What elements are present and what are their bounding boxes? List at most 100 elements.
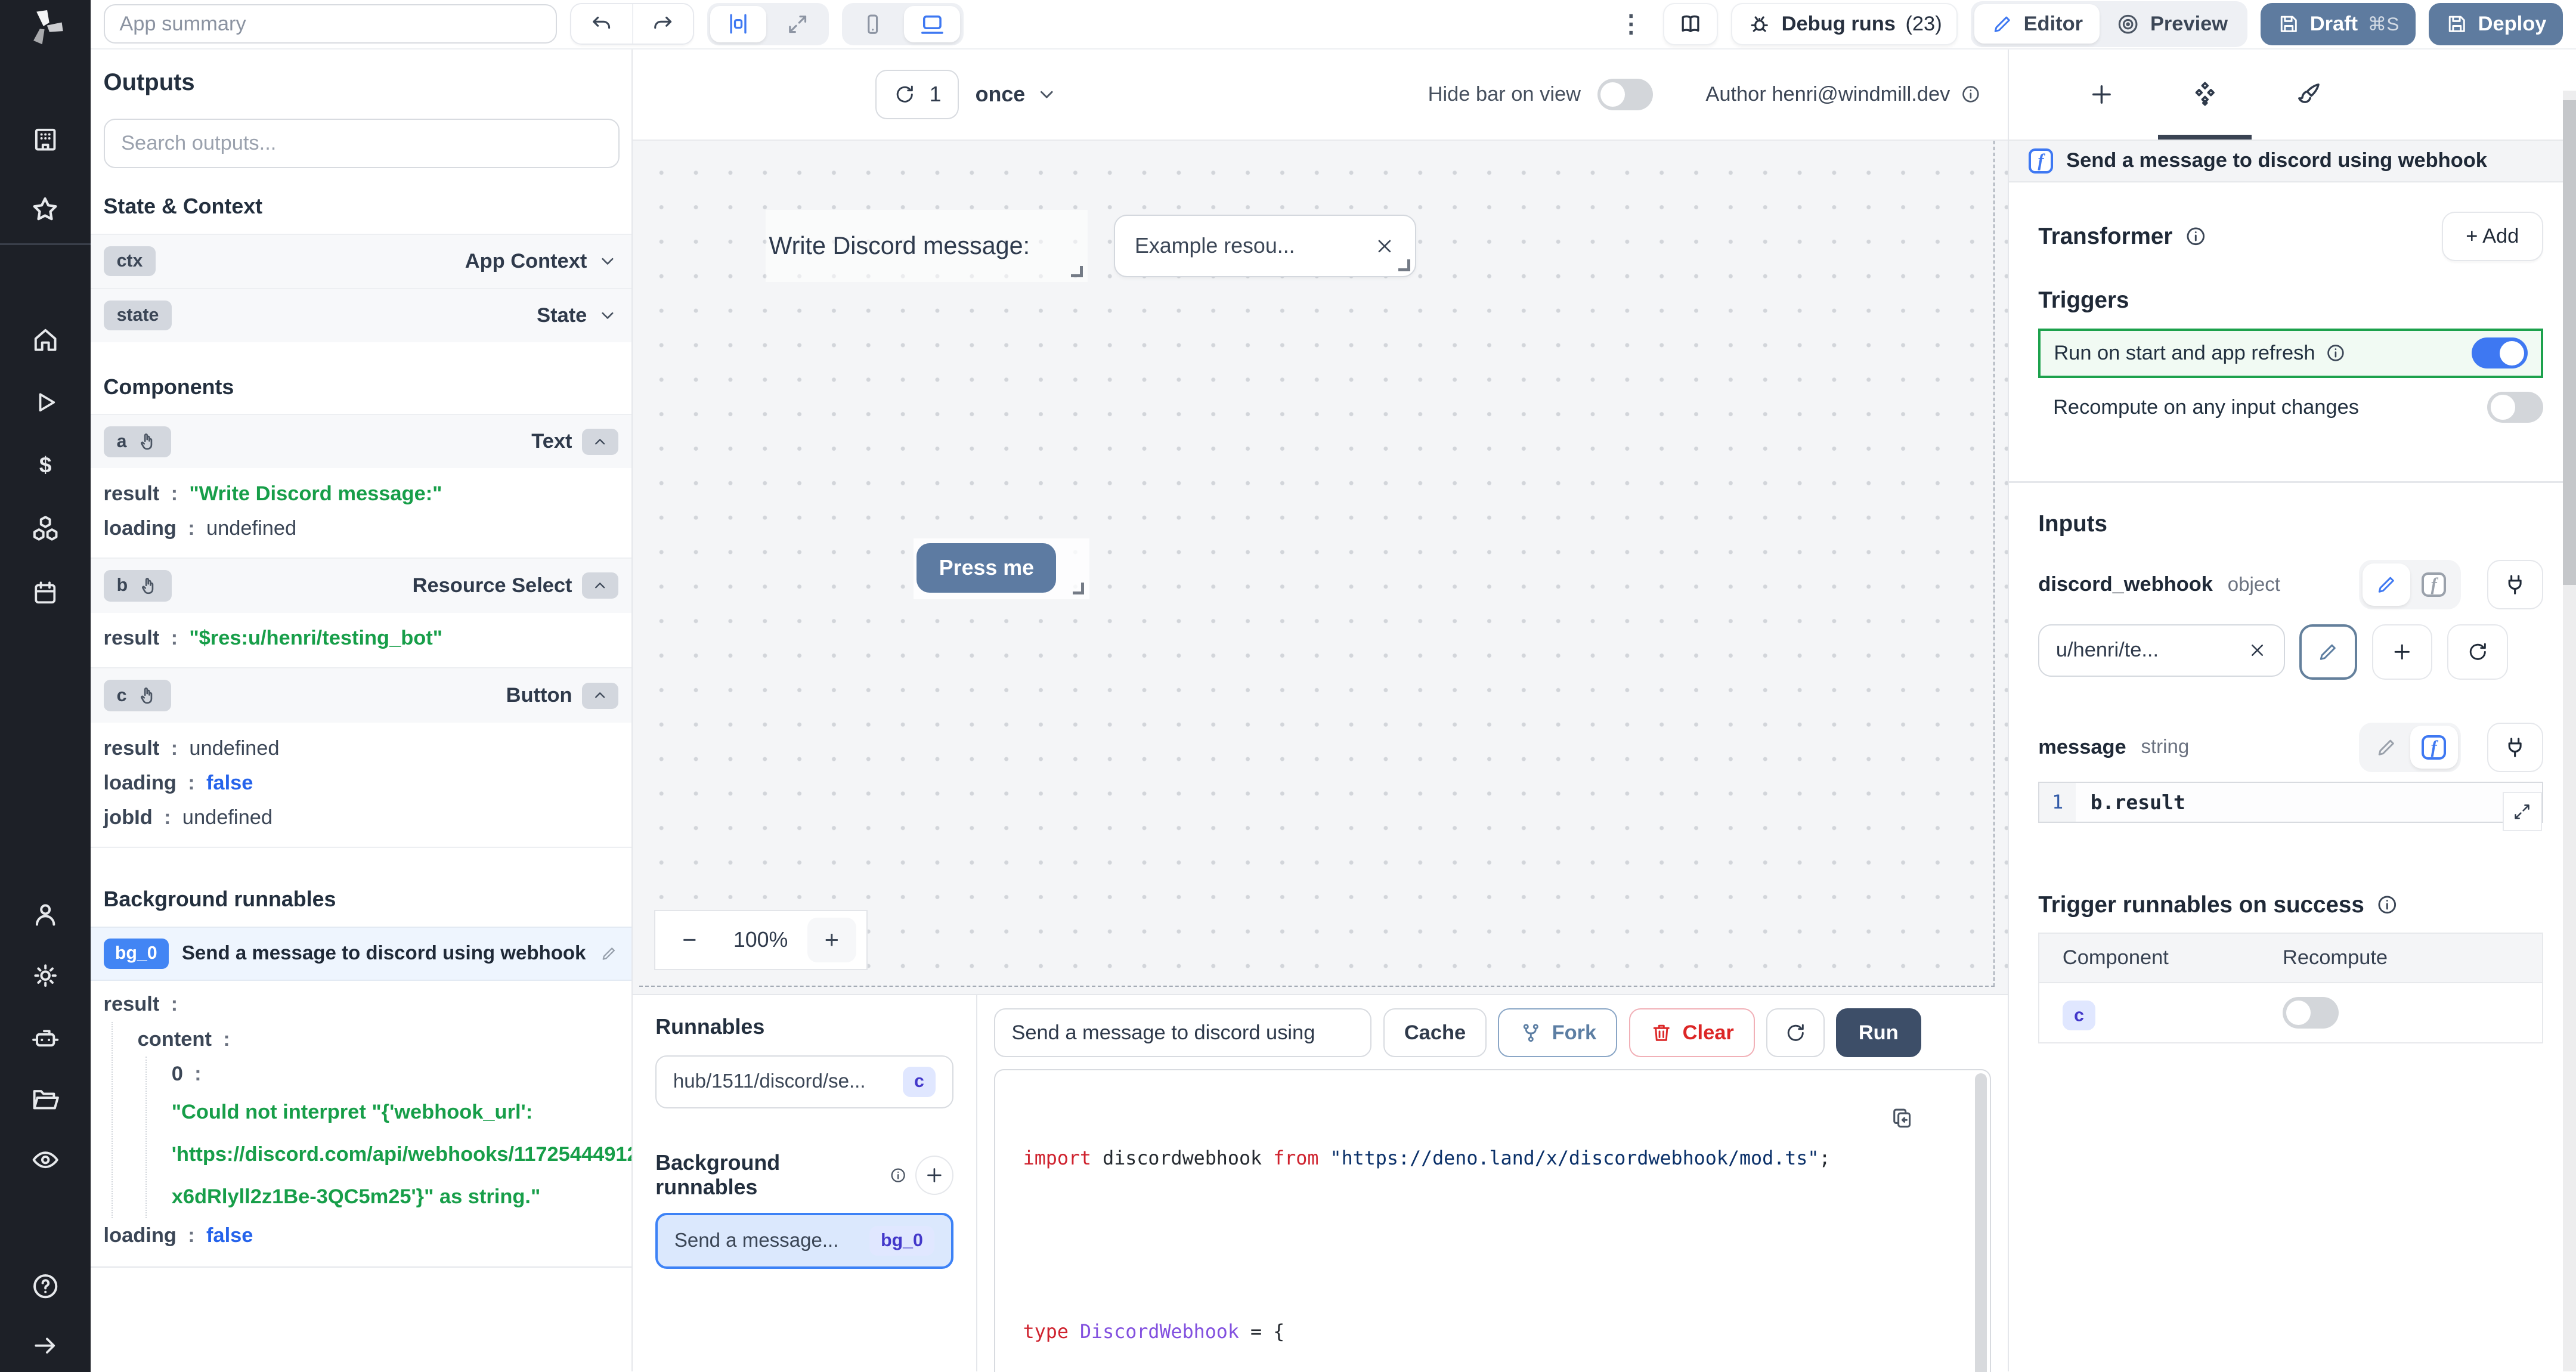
trigger-runnables-table: Component Recompute c (2038, 933, 2543, 1044)
add-resource-button[interactable] (2371, 624, 2433, 680)
collapse-chevron-up[interactable] (582, 682, 618, 709)
undo-button[interactable] (571, 4, 632, 44)
scrollbar-thumb[interactable] (2562, 100, 2576, 585)
fullscreen-layout-icon[interactable] (770, 6, 826, 42)
tab-insert-plus-icon[interactable] (2050, 49, 2154, 140)
favorites-star-icon[interactable] (0, 189, 91, 232)
component-badge: c (2062, 1001, 2096, 1030)
docs-book-button[interactable] (1662, 2, 1719, 46)
edit-resource-pencil-button[interactable] (2299, 624, 2357, 680)
clear-button[interactable]: Clear (1628, 1008, 1755, 1058)
press-me-button[interactable]: Press me (917, 543, 1057, 593)
component-header-c[interactable]: c Button (90, 668, 631, 723)
refresh-resource-button[interactable] (2447, 624, 2509, 680)
add-background-runnable-button[interactable] (915, 1156, 953, 1196)
hide-bar-label: Hide bar on view (1428, 82, 1581, 106)
tab-component-settings-icon[interactable] (2153, 49, 2257, 140)
schedules-calendar-icon[interactable] (0, 572, 91, 615)
runnable-item-hub[interactable]: hub/1511/discord/se... c (655, 1055, 953, 1108)
debug-runs-button[interactable]: Debug runs (23) (1731, 2, 1958, 46)
zoom-out-button[interactable]: − (665, 918, 714, 962)
runnables-title: Runnables (655, 1014, 765, 1039)
add-transformer-button[interactable]: + Add (2441, 212, 2543, 261)
clear-x-icon[interactable] (2247, 640, 2267, 660)
refresh-code-button[interactable] (1766, 1008, 1825, 1058)
connect-plug-icon[interactable] (2487, 722, 2543, 772)
fork-button[interactable]: Fork (1498, 1008, 1618, 1058)
runnable-item-bg0-selected[interactable]: Send a message... bg_0 (655, 1213, 953, 1269)
audit-eye-icon[interactable] (0, 1138, 91, 1181)
clear-x-icon[interactable] (1374, 236, 1395, 257)
search-outputs-input[interactable] (103, 119, 620, 168)
resource-select-component[interactable]: Example resou... (1113, 215, 1416, 277)
ctx-badge: ctx (103, 246, 156, 277)
folders-icon[interactable] (0, 1077, 91, 1120)
mobile-view-icon[interactable] (845, 6, 901, 42)
variables-dollar-icon[interactable]: $ (0, 444, 91, 487)
more-menu-kebab[interactable]: ⋮ (1612, 10, 1650, 38)
code-editor[interactable]: import discordwebhook from "https://deno… (993, 1069, 1992, 1372)
code-scrollbar[interactable] (1975, 1073, 1987, 1372)
workers-robot-icon[interactable] (0, 1017, 91, 1060)
tab-editor[interactable]: Editor (1974, 4, 2100, 44)
message-field-row: message string f (2038, 722, 2543, 772)
desktop-view-icon[interactable] (904, 6, 961, 42)
resize-handle[interactable] (1071, 265, 1083, 277)
bg-runnable-row[interactable]: bg_0 Send a message to discord using web… (90, 926, 631, 981)
refresh-count-box[interactable]: 1 (875, 70, 959, 119)
runnables-list: Runnables hub/1511/discord/se... c Backg… (633, 995, 978, 1372)
hide-bar-toggle[interactable] (1597, 79, 1654, 110)
recompute-row-toggle[interactable] (2283, 997, 2339, 1029)
tab-styling-brush-icon[interactable] (2257, 49, 2361, 140)
eval-function-icon[interactable]: f (2410, 726, 2458, 769)
text-component[interactable]: Write Discord message: (765, 209, 1088, 283)
home-icon[interactable] (0, 318, 91, 361)
cache-button[interactable]: Cache (1383, 1008, 1487, 1058)
run-button[interactable]: Run (1836, 1008, 1921, 1058)
info-icon (2376, 893, 2399, 916)
redo-button[interactable] (631, 4, 693, 44)
help-icon[interactable] (0, 1265, 91, 1308)
settings-gear-icon[interactable] (0, 955, 91, 998)
collapse-arrow-icon[interactable] (0, 1324, 91, 1367)
prop-row: jobId: undefined (103, 806, 273, 829)
users-person-icon[interactable] (0, 894, 91, 937)
resources-cubes-icon[interactable] (0, 507, 91, 550)
runnable-name-input[interactable] (993, 1008, 1372, 1058)
run-on-start-toggle[interactable] (2472, 337, 2528, 369)
static-pencil-icon[interactable] (2363, 726, 2410, 769)
chevron-down-icon[interactable] (597, 250, 618, 272)
resource-select[interactable]: u/henri/te... (2038, 624, 2285, 677)
resize-handle[interactable] (1073, 583, 1085, 594)
runs-play-icon[interactable] (0, 381, 91, 424)
collapse-chevron-up[interactable] (582, 428, 618, 455)
centered-layout-icon[interactable] (710, 6, 767, 42)
input-mode-group: f (2359, 560, 2462, 609)
edit-pencil-icon[interactable] (600, 944, 618, 962)
resize-handle[interactable] (1398, 259, 1410, 271)
connect-plug-icon[interactable] (2487, 560, 2543, 609)
workspace-icon[interactable] (0, 118, 91, 161)
refresh-mode-dropdown[interactable]: once (976, 82, 1058, 107)
deploy-button[interactable]: Deploy (2429, 2, 2563, 46)
windmill-logo[interactable] (0, 7, 91, 49)
chevron-down-icon[interactable] (597, 305, 618, 326)
output-row-state[interactable]: state State (90, 287, 631, 342)
static-pencil-icon[interactable] (2362, 563, 2410, 606)
app-canvas[interactable]: Write Discord message: Example resou... … (632, 140, 2008, 994)
copy-code-icon[interactable] (1890, 1106, 1914, 1131)
output-row-ctx[interactable]: ctx App Context (90, 233, 631, 288)
component-header-a[interactable]: a Text (90, 414, 631, 469)
eval-function-icon[interactable]: f (2410, 563, 2458, 606)
tab-preview[interactable]: Preview (2100, 4, 2244, 44)
expand-editor-icon[interactable] (2502, 792, 2542, 832)
component-header-b[interactable]: b Resource Select (90, 558, 631, 613)
recompute-toggle[interactable] (2487, 391, 2543, 423)
message-expression-editor[interactable]: 1 b.result (2038, 782, 2543, 832)
zoom-in-button[interactable]: + (807, 918, 857, 962)
collapse-chevron-up[interactable] (582, 572, 618, 599)
app-summary-input[interactable] (103, 4, 557, 44)
code-content: import discordwebhook from "https://deno… (1023, 1148, 1831, 1343)
prop-row: result: "Write Discord message:" (103, 482, 442, 505)
draft-button[interactable]: Draft ⌘S (2261, 2, 2416, 46)
